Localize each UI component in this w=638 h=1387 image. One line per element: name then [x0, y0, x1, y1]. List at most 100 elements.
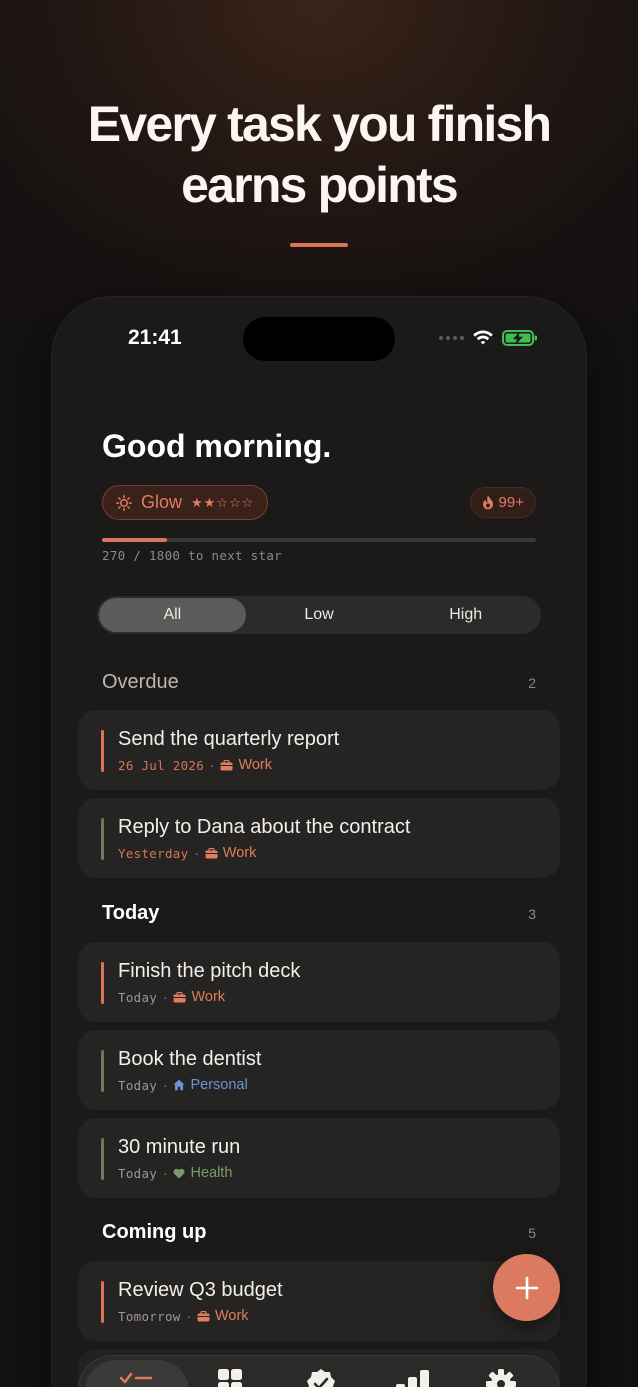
level-name: Glow	[141, 492, 183, 512]
task-card[interactable]: Finish the pitch deck Today · Work	[78, 942, 560, 1022]
meta-separator: ·	[163, 1077, 168, 1093]
dynamic-island	[243, 317, 395, 361]
task-tag-label: Personal	[190, 1077, 248, 1093]
verified-badge-icon	[307, 1369, 335, 1387]
checklist-icon	[119, 1372, 153, 1384]
section-count: 2	[528, 674, 536, 691]
add-task-button[interactable]	[493, 1254, 560, 1321]
task-meta: Today · Personal	[118, 1077, 248, 1093]
filter-low[interactable]: Low	[246, 598, 393, 632]
streak-badge[interactable]: 99+	[469, 487, 536, 518]
briefcase-icon	[197, 1310, 210, 1321]
task-meta: Tomorrow · Work	[118, 1308, 249, 1324]
gear-icon	[486, 1369, 516, 1387]
task-tag: Personal	[173, 1077, 248, 1093]
points-progress-bar	[102, 538, 536, 542]
task-meta: Yesterday · Work	[118, 845, 256, 861]
streak-count: 99+	[498, 494, 524, 511]
task-date: Today	[118, 1077, 158, 1093]
plus-icon	[515, 1276, 538, 1299]
promo-headline: Every task you finish earns points	[0, 94, 638, 216]
sun-icon	[116, 494, 132, 511]
task-tag: Health	[173, 1165, 232, 1181]
points-progress-fill	[102, 538, 168, 542]
flame-icon	[482, 495, 493, 510]
task-meta: Today · Work	[118, 989, 225, 1005]
meta-separator: ·	[186, 1308, 191, 1324]
section-today: Today 3	[102, 902, 536, 925]
task-title: Book the dentist	[118, 1048, 262, 1070]
task-tag: Work	[173, 989, 225, 1005]
task-tag-label: Work	[222, 845, 257, 861]
tasks-tab[interactable]	[119, 1368, 153, 1387]
level-stars: ★★☆☆☆	[191, 494, 255, 510]
task-tag-label: Work	[191, 989, 226, 1005]
section-overdue: Overdue 2	[102, 671, 536, 694]
dashboard-tab[interactable]	[217, 1368, 243, 1387]
priority-stripe	[101, 818, 104, 860]
grid-icon	[218, 1369, 242, 1387]
points-progress-text: 270 / 1800 to next star	[102, 548, 282, 563]
task-card[interactable]: Reply to Dana about the contract Yesterd…	[78, 798, 560, 878]
meta-separator: ·	[194, 845, 199, 861]
heart-icon	[174, 1168, 185, 1178]
wifi-icon	[473, 330, 493, 345]
task-card[interactable]: Book the dentist Today · Personal	[78, 1030, 560, 1110]
task-title: Send the quarterly report	[118, 728, 340, 750]
battery-charging-icon	[502, 330, 537, 346]
section-title: Today	[102, 902, 160, 924]
task-card[interactable]: 30 minute run Today · Health	[78, 1118, 560, 1198]
task-tag-label: Health	[190, 1165, 233, 1181]
briefcase-icon	[205, 847, 218, 858]
priority-stripe	[101, 1281, 104, 1323]
achievements-tab[interactable]	[305, 1368, 337, 1387]
task-tag: Work	[220, 757, 272, 773]
phone-frame: 21:41 Good morning. Glow ★★☆☆☆ 99+ 270 /…	[52, 297, 586, 1387]
task-meta: Today · Health	[118, 1165, 232, 1181]
section-count: 3	[528, 905, 536, 922]
task-tag: Work	[205, 845, 257, 861]
task-tag-label: Work	[238, 757, 273, 773]
home-icon	[173, 1079, 185, 1091]
filter-all[interactable]: All	[99, 598, 246, 632]
task-date: Tomorrow	[118, 1308, 181, 1324]
level-badge[interactable]: Glow ★★☆☆☆	[102, 485, 269, 520]
tab-bar	[78, 1355, 560, 1387]
task-date: Today	[118, 989, 158, 1005]
meta-separator: ·	[163, 1165, 168, 1181]
briefcase-icon	[173, 991, 186, 1002]
greeting-heading: Good morning.	[102, 428, 332, 464]
status-icons	[439, 329, 538, 347]
filter-high[interactable]: High	[392, 598, 539, 632]
priority-stripe	[101, 1050, 104, 1092]
priority-stripe	[101, 730, 104, 772]
headline-line-1: Every task you finish	[87, 96, 552, 152]
task-tag-label: Work	[214, 1308, 249, 1324]
section-coming-up: Coming up 5	[102, 1221, 536, 1244]
task-title: 30 minute run	[118, 1136, 241, 1158]
task-tag: Work	[197, 1308, 249, 1324]
meta-separator: ·	[210, 757, 215, 773]
task-title: Finish the pitch deck	[118, 960, 301, 982]
task-date: Today	[118, 1165, 158, 1181]
section-title: Coming up	[102, 1221, 207, 1243]
section-title: Overdue	[102, 671, 179, 693]
task-title: Review Q3 budget	[118, 1279, 283, 1301]
task-date: 26 Jul 2026	[118, 757, 205, 773]
task-card[interactable]: Send the quarterly report 26 Jul 2026 · …	[78, 710, 560, 790]
section-count: 5	[528, 1224, 536, 1241]
status-time: 21:41	[128, 326, 182, 349]
bar-chart-icon	[396, 1370, 429, 1387]
task-date: Yesterday	[118, 845, 189, 861]
task-title: Reply to Dana about the contract	[118, 816, 411, 838]
priority-filter: All Low High	[97, 596, 541, 634]
briefcase-icon	[220, 759, 233, 770]
priority-stripe	[101, 962, 104, 1004]
stats-tab[interactable]	[395, 1368, 431, 1387]
headline-accent-bar	[290, 243, 348, 247]
headline-line-2: earns points	[181, 157, 459, 213]
signal-dots-icon	[439, 336, 464, 340]
task-card[interactable]: Review Q3 budget Tomorrow · Work	[78, 1261, 560, 1341]
task-meta: 26 Jul 2026 · Work	[118, 757, 272, 773]
settings-tab[interactable]	[485, 1368, 517, 1387]
